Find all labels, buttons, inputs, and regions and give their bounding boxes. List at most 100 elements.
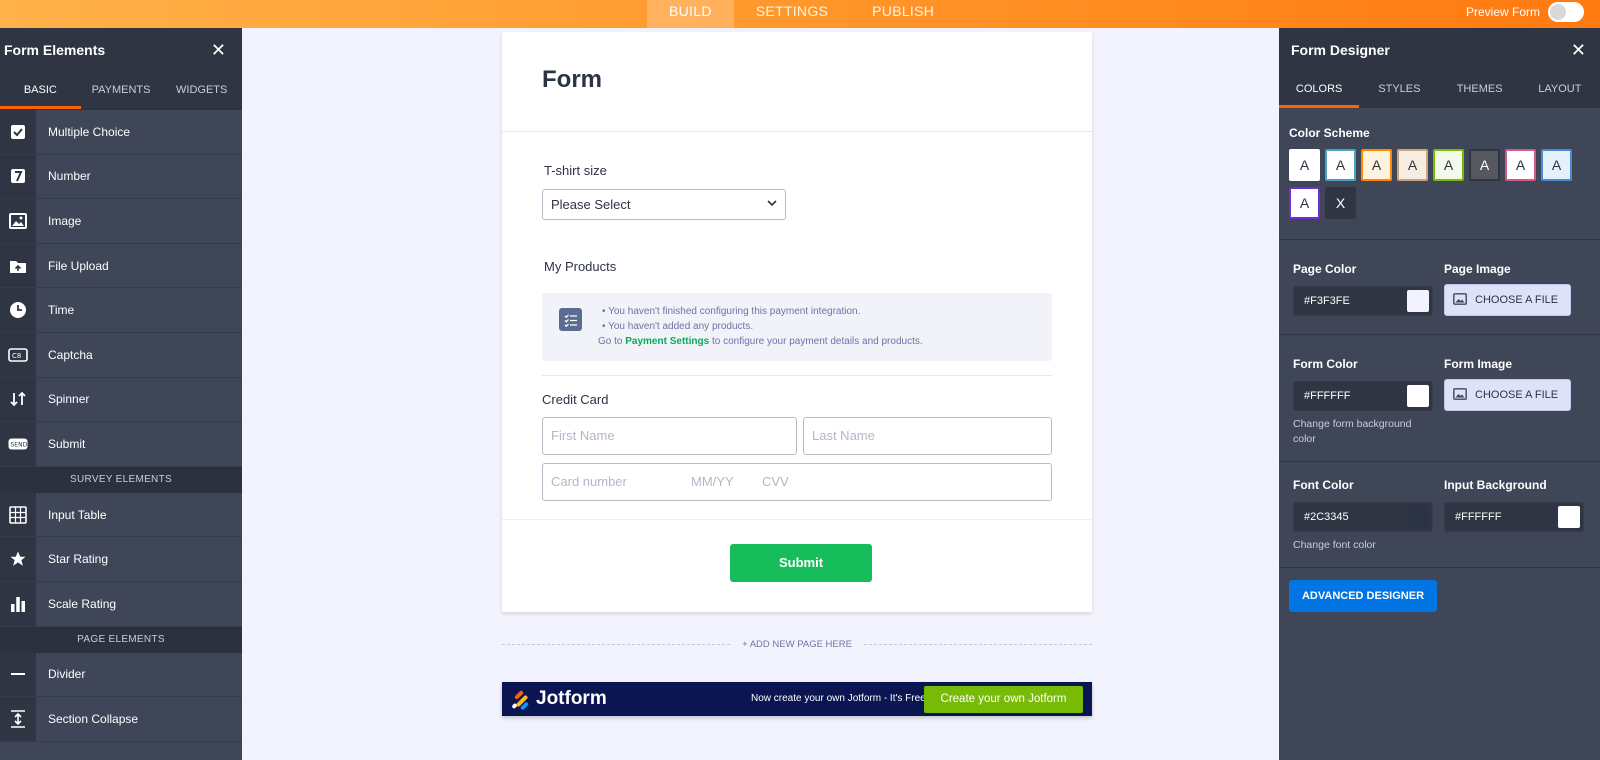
section-collapse-icon xyxy=(0,697,36,741)
preview-form-control: Preview Form xyxy=(1466,2,1584,22)
color-scheme-swatch[interactable]: A xyxy=(1541,149,1572,181)
element-file-upload[interactable]: File Upload xyxy=(0,243,242,289)
send-icon: SEND xyxy=(0,422,36,466)
page-color-chip[interactable] xyxy=(1407,290,1429,312)
dashed-line-right xyxy=(863,643,1093,645)
page-color-input[interactable]: #F3F3FE xyxy=(1293,286,1433,316)
top-tabs: BUILD SETTINGS PUBLISH xyxy=(647,0,956,28)
reset-scheme-swatch[interactable]: X xyxy=(1325,187,1356,219)
preview-form-toggle[interactable] xyxy=(1548,2,1584,22)
divider-icon xyxy=(0,652,36,697)
credit-card-label[interactable]: Credit Card xyxy=(542,392,608,407)
my-products-label[interactable]: My Products xyxy=(544,259,616,274)
color-scheme-swatch[interactable]: A xyxy=(1505,149,1536,181)
last-name-input[interactable]: Last Name xyxy=(803,417,1052,455)
add-image-icon xyxy=(1453,292,1467,308)
payment-info-box: • You haven't finished configuring this … xyxy=(542,293,1052,361)
info-line-1: • You haven't finished configuring this … xyxy=(602,306,861,317)
form-header[interactable]: Form xyxy=(502,32,1092,132)
input-background-input[interactable]: #FFFFFF xyxy=(1444,502,1584,532)
tshirt-size-select[interactable]: Please Select xyxy=(542,189,786,220)
info-line-2-text: You haven't added any products. xyxy=(608,321,754,332)
form-title[interactable]: Form xyxy=(542,66,1092,94)
form-color-input[interactable]: #FFFFFF xyxy=(1293,381,1433,411)
form-elements-panel: Form Elements ✕ BASIC PAYMENTS WIDGETS M… xyxy=(0,28,242,760)
color-scheme-swatches: AAAAAAAAAX xyxy=(1289,149,1579,219)
font-color-input[interactable]: #2C3345 xyxy=(1293,502,1433,532)
font-color-section: Font Color #2C3345 Change font color Inp… xyxy=(1279,462,1600,568)
number-icon xyxy=(0,154,36,199)
tab-payments[interactable]: PAYMENTS xyxy=(81,72,162,109)
color-scheme-swatch[interactable]: A xyxy=(1325,149,1356,181)
jotform-logo-text: Jotform xyxy=(536,688,607,709)
tab-layout[interactable]: LAYOUT xyxy=(1520,72,1600,108)
tab-widgets[interactable]: WIDGETS xyxy=(161,72,242,109)
element-time[interactable]: Time xyxy=(0,288,242,333)
panel-title: Form Elements xyxy=(4,42,106,58)
element-label: File Upload xyxy=(48,258,109,273)
font-color-hint: Change font color xyxy=(1293,539,1376,551)
input-background-chip[interactable] xyxy=(1558,506,1580,528)
font-color-value: #2C3345 xyxy=(1304,511,1349,523)
form-image-choose-file-button[interactable]: CHOOSE A FILE xyxy=(1444,379,1571,411)
mmyy-placeholder: MM/YY xyxy=(691,474,734,489)
submit-button[interactable]: Submit xyxy=(730,544,872,582)
top-navigation-bar: BUILD SETTINGS PUBLISH Preview Form xyxy=(0,0,1600,28)
element-submit[interactable]: SEND Submit xyxy=(0,422,242,467)
payment-settings-link[interactable]: Payment Settings xyxy=(625,336,709,347)
first-name-input[interactable]: First Name xyxy=(542,417,797,455)
add-image-icon xyxy=(1453,387,1467,403)
element-star-rating[interactable]: Star Rating xyxy=(0,537,242,582)
tab-styles[interactable]: STYLES xyxy=(1359,72,1439,108)
tab-publish[interactable]: PUBLISH xyxy=(850,0,956,28)
create-jotform-button[interactable]: Create your own Jotform xyxy=(924,686,1083,713)
tab-basic[interactable]: BASIC xyxy=(0,72,81,109)
element-label: Scale Rating xyxy=(48,596,117,611)
form-color-value: #FFFFFF xyxy=(1304,390,1351,402)
tab-settings[interactable]: SETTINGS xyxy=(734,0,850,28)
checklist-icon xyxy=(559,308,582,331)
element-spinner[interactable]: Spinner xyxy=(0,377,242,423)
spinner-icon xyxy=(0,377,36,422)
close-icon[interactable]: ✕ xyxy=(211,40,226,61)
element-tabs: BASIC PAYMENTS WIDGETS xyxy=(0,72,242,110)
element-captcha[interactable]: C8 Captcha xyxy=(0,332,242,378)
close-icon[interactable]: ✕ xyxy=(1571,40,1586,61)
element-input-table[interactable]: Input Table xyxy=(0,492,242,538)
font-color-chip[interactable] xyxy=(1407,506,1429,528)
page-color-label: Page Color xyxy=(1293,262,1357,276)
element-label: Star Rating xyxy=(48,552,109,567)
element-number[interactable]: Number xyxy=(0,154,242,200)
color-scheme-swatch[interactable]: A xyxy=(1361,149,1392,181)
element-multiple-choice[interactable]: Multiple Choice xyxy=(0,110,242,155)
form-color-chip[interactable] xyxy=(1407,385,1429,407)
color-scheme-label: Color Scheme xyxy=(1289,126,1370,140)
advanced-designer-button[interactable]: ADVANCED DESIGNER xyxy=(1289,580,1437,612)
color-scheme-swatch[interactable]: A xyxy=(1289,187,1320,219)
tab-themes[interactable]: THEMES xyxy=(1440,72,1520,108)
card-number-placeholder: Card number xyxy=(551,474,627,489)
color-scheme-swatch[interactable]: A xyxy=(1289,149,1320,181)
page-elements-header: PAGE ELEMENTS xyxy=(0,626,242,653)
color-scheme-swatch[interactable]: A xyxy=(1433,149,1464,181)
add-new-page[interactable]: + ADD NEW PAGE HERE xyxy=(502,636,1093,652)
element-scale-rating[interactable]: Scale Rating xyxy=(0,581,242,627)
color-scheme-swatch[interactable]: A xyxy=(1469,149,1500,181)
page-image-choose-file-button[interactable]: CHOOSE A FILE xyxy=(1444,284,1571,316)
tshirt-size-label[interactable]: T-shirt size xyxy=(544,163,607,178)
jotform-logo[interactable]: Jotform xyxy=(511,688,607,711)
tab-colors[interactable]: COLORS xyxy=(1279,72,1360,108)
font-color-label: Font Color xyxy=(1293,478,1354,492)
element-image[interactable]: Image xyxy=(0,199,242,244)
color-scheme-swatch[interactable]: A xyxy=(1397,149,1428,181)
tab-build[interactable]: BUILD xyxy=(647,0,734,28)
choose-file-label: CHOOSE A FILE xyxy=(1475,389,1559,401)
element-label: Time xyxy=(48,303,75,318)
color-scheme-section: Color Scheme AAAAAAAAAX xyxy=(1279,108,1600,240)
form-color-label: Form Color xyxy=(1293,357,1358,371)
card-details-input[interactable]: Card number MM/YY CVV xyxy=(542,463,1052,501)
form-divider xyxy=(542,375,1052,376)
element-divider[interactable]: Divider xyxy=(0,652,242,698)
element-section-collapse[interactable]: Section Collapse xyxy=(0,697,242,742)
element-label: Input Table xyxy=(48,507,107,522)
